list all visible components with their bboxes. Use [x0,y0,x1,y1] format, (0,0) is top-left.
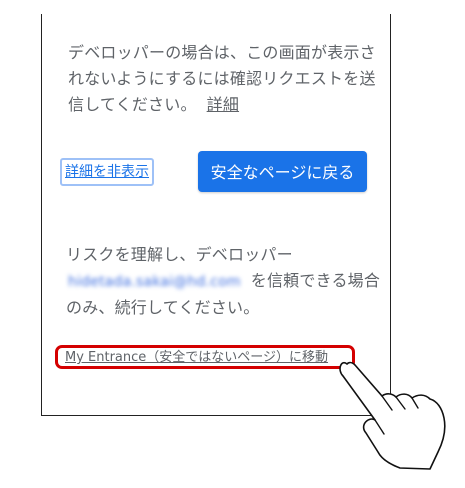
developer-info-text: デベロッパーの場合は、この画面が表示されないようにするには確認リクエストを送信し… [68,40,384,118]
hide-details-link[interactable]: 詳細を非表示 [60,158,154,186]
risk-warning-text: リスクを理解し、デベロッパー hidetada.sakai@hd.com を信頼でき… [66,242,384,321]
developer-email: hidetada.sakai@hd.com [68,274,241,290]
details-link[interactable]: 詳細 [207,95,239,114]
proceed-to-site-link[interactable]: My Entrance（安全ではないページ）に移動 [65,349,328,367]
risk-text-before: リスクを理解し、デベロッパー [66,245,293,264]
back-to-safety-button[interactable]: 安全なページに戻る [198,151,367,192]
proceed-link-highlight: My Entrance（安全ではないページ）に移動 [55,345,355,369]
